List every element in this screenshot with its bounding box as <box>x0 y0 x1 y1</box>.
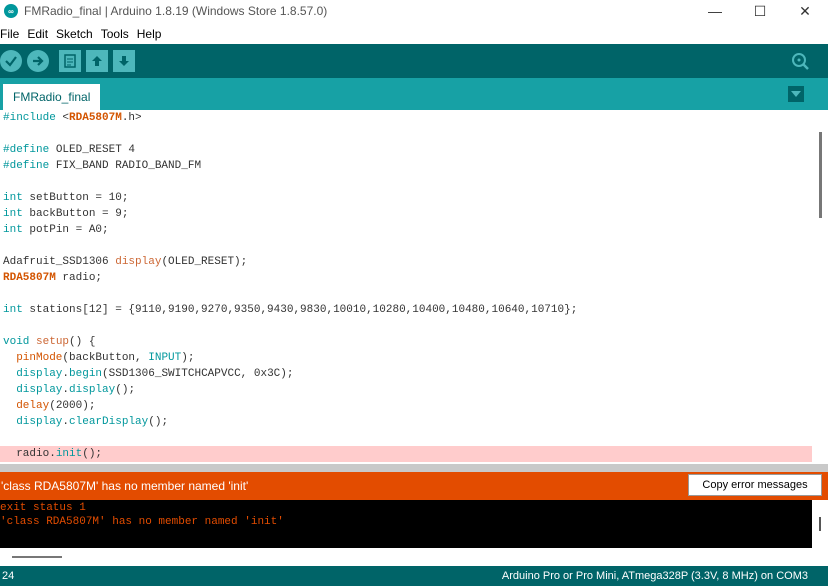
tab-menu-button[interactable] <box>788 86 804 102</box>
code-line-18: display.display(); <box>16 384 136 396</box>
code-line-7: int backButton = 9; <box>3 208 129 220</box>
menu-tools[interactable]: Tools <box>101 27 129 41</box>
open-icon <box>92 56 102 66</box>
status-bar: 24 Arduino Pro or Pro Mini, ATmega328P (… <box>0 566 828 586</box>
verify-icon <box>5 56 17 67</box>
window-title: FMRadio_final | Arduino 1.8.19 (Windows … <box>24 4 328 18</box>
copy-error-messages-button[interactable]: Copy error messages <box>688 474 822 496</box>
horizontal-scroll-thumb[interactable] <box>12 556 62 558</box>
code-line-1: #include <RDA5807M.h> <box>3 112 142 124</box>
code-editor[interactable]: #include <RDA5807M.h> #define OLED_RESET… <box>0 110 812 464</box>
maximize-button[interactable]: ☐ <box>737 0 783 22</box>
pane-divider[interactable] <box>0 464 828 472</box>
verify-button[interactable] <box>0 50 22 72</box>
code-line-19: delay(2000); <box>16 400 96 412</box>
code-line-3: #define OLED_RESET 4 <box>3 144 136 156</box>
code-line-15: void setup() { <box>3 336 96 348</box>
menu-sketch[interactable]: Sketch <box>56 27 93 41</box>
save-icon <box>119 56 129 66</box>
code-line-13: int stations[12] = {9110,9190,9270,9350,… <box>3 304 578 316</box>
code-line-16: pinMode(backButton, INPUT); <box>16 352 195 364</box>
error-bar: 'class RDA5807M' has no member named 'in… <box>0 472 828 500</box>
code-line-10: Adafruit_SSD1306 display(OLED_RESET); <box>3 256 248 268</box>
code-line-11: RDA5807M radio; <box>3 272 103 284</box>
open-button[interactable] <box>86 50 108 72</box>
toolbar <box>0 44 828 78</box>
console-output[interactable]: exit status 1 'class RDA5807M' has no me… <box>0 500 812 548</box>
code-line-22: radio.init(); <box>3 448 103 460</box>
minimize-button[interactable]: — <box>692 0 738 22</box>
code-line-8: int potPin = A0; <box>3 224 109 236</box>
save-button[interactable] <box>113 50 135 72</box>
menu-help[interactable]: Help <box>137 27 162 41</box>
console-line-2: 'class RDA5807M' has no member named 'in… <box>0 516 284 528</box>
error-message: 'class RDA5807M' has no member named 'in… <box>1 479 249 493</box>
menu-file[interactable]: File <box>0 27 19 41</box>
error-line-highlight <box>0 446 812 462</box>
arduino-logo-icon: ∞ <box>4 4 18 18</box>
console-scroll-thumb[interactable] <box>819 517 821 531</box>
menu-bar: File Edit Sketch Tools Help <box>0 24 828 44</box>
new-icon <box>64 54 76 68</box>
code-line-6: int setButton = 10; <box>3 192 129 204</box>
horizontal-scrollbar[interactable] <box>0 548 828 566</box>
tab-bar: FMRadio_final <box>0 78 828 110</box>
line-number: 24 <box>2 570 15 582</box>
code-line-17: display.begin(SSD1306_SWITCHCAPVCC, 0x3C… <box>16 368 294 380</box>
code-line-20: display.clearDisplay(); <box>16 416 169 428</box>
menu-edit[interactable]: Edit <box>27 27 48 41</box>
serial-monitor-button[interactable] <box>789 50 811 72</box>
serial-monitor-icon <box>792 53 809 70</box>
tab-fmradio-final[interactable]: FMRadio_final <box>3 84 101 110</box>
board-info: Arduino Pro or Pro Mini, ATmega328P (3.3… <box>501 570 808 582</box>
editor-scroll-thumb[interactable] <box>819 132 822 218</box>
upload-button[interactable] <box>27 50 49 72</box>
chevron-down-icon <box>791 91 801 97</box>
new-button[interactable] <box>59 50 81 72</box>
code-line-4: #define FIX_BAND RADIO_BAND_FM <box>3 160 202 172</box>
upload-icon <box>33 56 44 66</box>
close-button[interactable]: ✕ <box>782 0 828 22</box>
